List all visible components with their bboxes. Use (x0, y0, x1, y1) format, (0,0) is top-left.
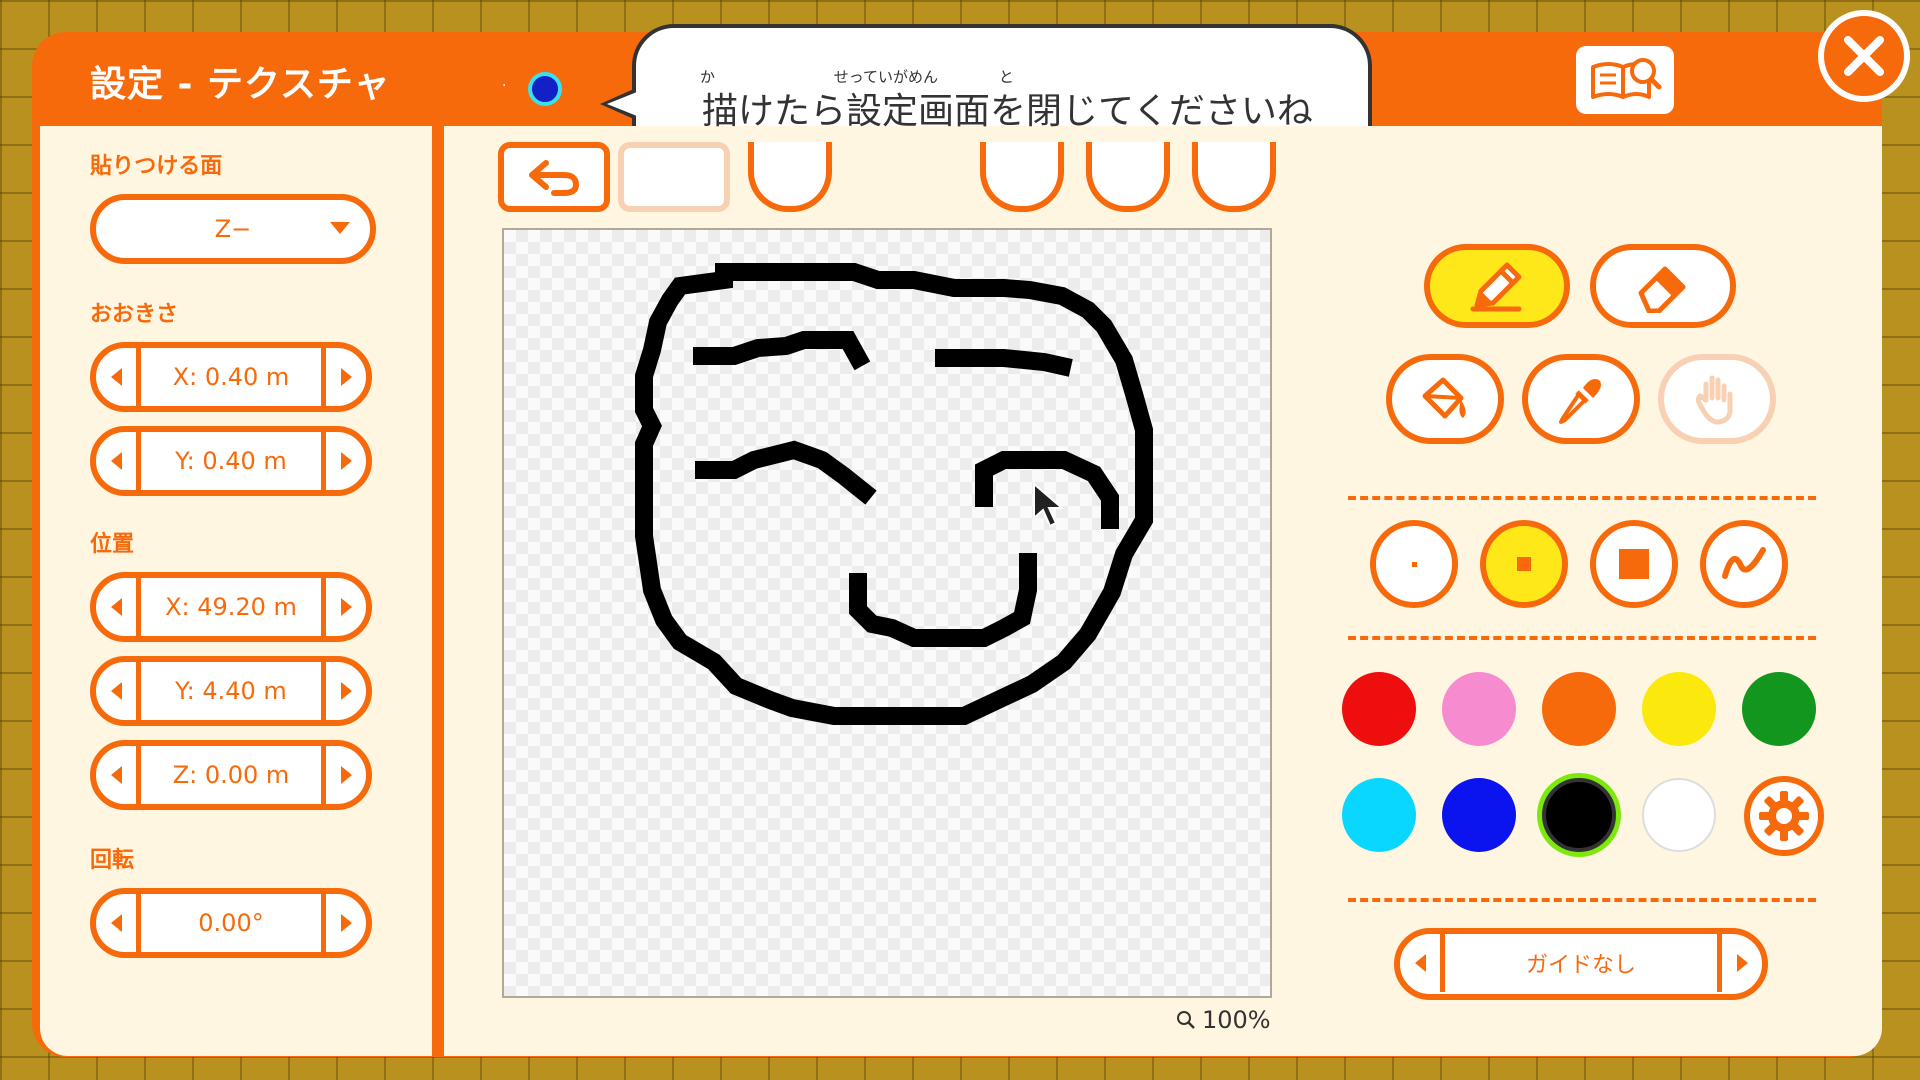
position-x-value: X: 49.20 m (165, 593, 297, 621)
increment-button[interactable] (321, 746, 366, 804)
undo-arrow-icon (529, 160, 580, 196)
divider (1348, 496, 1816, 500)
position-y-stepper: Y: 4.40 m (90, 656, 372, 726)
pencil-tool-button[interactable] (1424, 244, 1570, 328)
decrement-button[interactable] (96, 894, 141, 952)
paint-bucket-icon (1422, 377, 1466, 419)
arrow-left-icon (1414, 954, 1426, 972)
color-swatch-pink[interactable] (1442, 672, 1516, 746)
face-label: 貼りつける面 (90, 154, 223, 179)
arrow-right-icon (340, 914, 352, 932)
brush-small-button[interactable] (1480, 520, 1568, 608)
small-square-icon (1517, 557, 1531, 571)
position-z-stepper: Z: 0.00 m (90, 740, 372, 810)
decrement-button[interactable] (96, 432, 141, 490)
page-title: 設定 - テクスチャ (90, 64, 391, 105)
eyedropper-tool-button[interactable] (1522, 354, 1640, 444)
arrow-right-icon (1736, 954, 1748, 972)
decrement-button[interactable] (96, 746, 141, 804)
large-square-icon (1619, 549, 1649, 579)
position-label: 位置 (90, 532, 135, 557)
increment-button[interactable] (321, 662, 366, 720)
guide-value: ガイドなし (1525, 953, 1636, 978)
arrow-left-icon (110, 452, 122, 470)
status-indicator (528, 72, 562, 106)
arrow-left-icon (110, 368, 122, 386)
rotation-stepper: 0.00° (90, 888, 372, 958)
arrow-right-icon (340, 598, 352, 616)
redo-button (618, 142, 730, 212)
color-swatch-red[interactable] (1342, 672, 1416, 746)
rotation-value: 0.00° (198, 909, 264, 937)
next-guide-button[interactable] (1717, 934, 1762, 992)
color-swatch-white[interactable] (1642, 778, 1716, 852)
decrement-button[interactable] (96, 348, 141, 406)
rotation-label: 回転 (90, 848, 135, 873)
divider (1348, 636, 1816, 640)
arrow-left-icon (110, 766, 122, 784)
increment-button[interactable] (321, 348, 366, 406)
hand-tool-button (1658, 354, 1776, 444)
fill-tool-button[interactable] (1386, 354, 1504, 444)
eraser-tool-button[interactable] (1590, 244, 1736, 328)
magnifier-icon (1177, 1011, 1195, 1029)
color-swatch-black[interactable] (1542, 778, 1616, 852)
zoom-value: 100% (1202, 1006, 1271, 1034)
position-z-value: Z: 0.00 m (172, 761, 290, 789)
brush-large-button[interactable] (1590, 520, 1678, 608)
color-settings-button[interactable] (1744, 776, 1824, 856)
guide-selector: ガイドなし (1394, 928, 1768, 1000)
gear-icon (1759, 791, 1809, 841)
speech-text: 描けたら設定画面を閉じてくださいね (702, 91, 1313, 132)
color-swatch-orange[interactable] (1542, 672, 1616, 746)
size-x-stepper: X: 0.40 m (90, 342, 372, 412)
size-y-stepper: Y: 0.40 m (90, 426, 372, 496)
size-y-value: Y: 0.40 m (175, 447, 287, 475)
pixel-canvas[interactable] (502, 228, 1272, 998)
arrow-left-icon (110, 598, 122, 616)
color-swatch-cyan[interactable] (1342, 778, 1416, 852)
close-x-icon (1844, 36, 1884, 76)
arrow-left-icon (110, 682, 122, 700)
previous-guide-button[interactable] (1400, 934, 1445, 992)
close-button[interactable] (1818, 10, 1910, 102)
face-value: Z− (214, 215, 252, 243)
eraser-icon (1638, 266, 1686, 313)
brush-freehand-button[interactable] (1700, 520, 1788, 608)
size-label: おおきさ (90, 302, 179, 327)
decrement-button[interactable] (96, 578, 141, 636)
pencil-icon (1470, 262, 1522, 312)
increment-button[interactable] (321, 894, 366, 952)
cursor-arrow-icon (1033, 482, 1065, 528)
size-x-value: X: 0.40 m (172, 363, 290, 391)
chevron-down-icon (330, 222, 350, 234)
divider (1348, 898, 1816, 902)
eyedropper-icon (1559, 379, 1601, 424)
drawing-face (635, 263, 1153, 725)
decrement-button[interactable] (96, 662, 141, 720)
position-x-stepper: X: 49.20 m (90, 572, 372, 642)
arrow-right-icon (340, 452, 352, 470)
tiny-dot-icon (1411, 561, 1417, 567)
zoom-indicator: 100% (1176, 1006, 1271, 1034)
undo-button[interactable] (498, 142, 610, 212)
color-swatch-blue[interactable] (1442, 778, 1516, 852)
squiggle-icon (1722, 547, 1766, 579)
hand-icon (1695, 375, 1733, 425)
increment-button[interactable] (321, 432, 366, 490)
position-y-value: Y: 4.40 m (175, 677, 287, 705)
arrow-right-icon (340, 766, 352, 784)
color-swatch-yellow[interactable] (1642, 672, 1716, 746)
brush-dot-button[interactable] (1370, 520, 1458, 608)
arrow-right-icon (340, 682, 352, 700)
color-swatch-green[interactable] (1742, 672, 1816, 746)
arrow-left-icon (110, 914, 122, 932)
arrow-right-icon (340, 368, 352, 386)
increment-button[interactable] (321, 578, 366, 636)
guidebook-search-icon (1591, 58, 1662, 99)
face-dropdown[interactable]: Z− (90, 194, 376, 264)
guidebook-button[interactable] (1576, 46, 1674, 114)
sparkle-icon: · (502, 78, 507, 94)
